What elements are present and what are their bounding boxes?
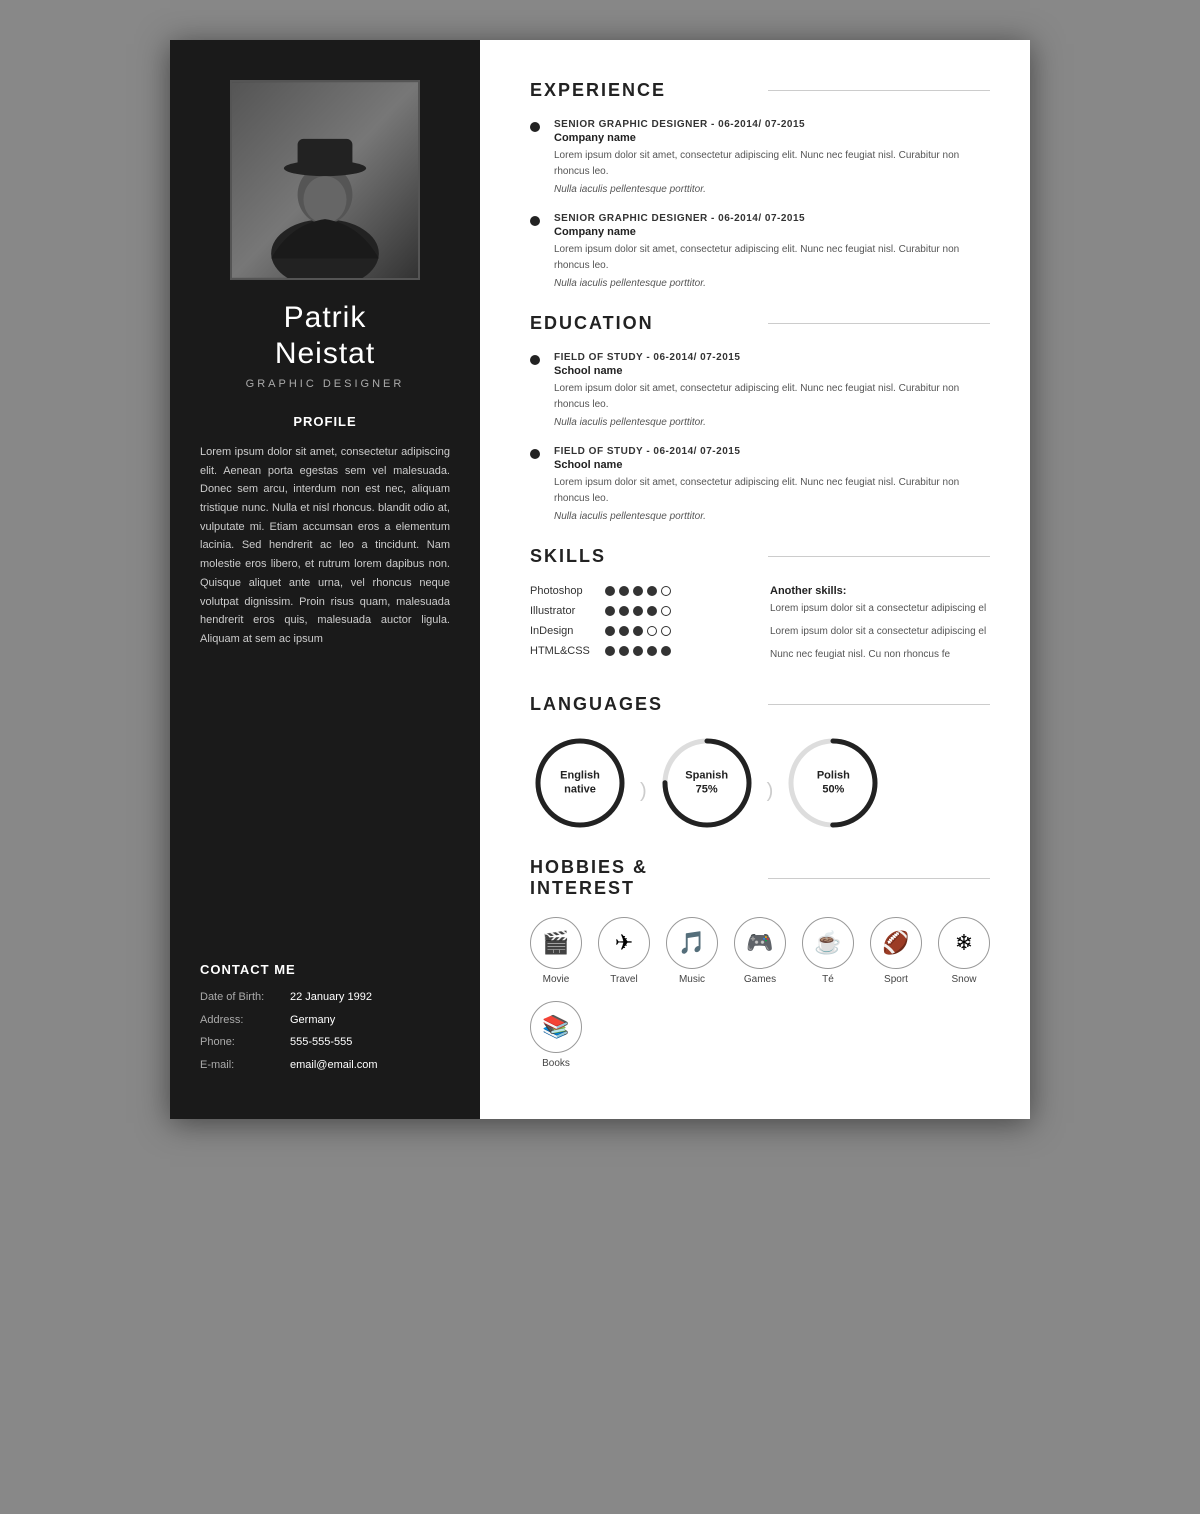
experience-entry-1: SENIOR GRAPHIC DESIGNER - 06-2014/ 07-20… [530, 119, 990, 195]
lang-spanish: Spanish75% [657, 733, 757, 833]
lang-polish: Polish50% [783, 733, 883, 833]
dot [619, 586, 629, 596]
hobbies-header: HOBBIES & INTEREST [530, 857, 990, 899]
dot [647, 626, 657, 636]
dot [661, 606, 671, 616]
contact-heading: CONTACT ME [200, 962, 450, 977]
dot [647, 646, 657, 656]
languages-title: LANGUAGES [530, 694, 753, 715]
education-line [768, 323, 991, 324]
languages-header: LANGUAGES [530, 694, 990, 715]
snow-icon: ❄ [938, 917, 990, 969]
games-icon: 🎮 [734, 917, 786, 969]
dot [633, 586, 643, 596]
education-entries: FIELD OF STUDY - 06-2014/ 07-2015 School… [530, 352, 990, 522]
skill-photoshop: Photoshop [530, 585, 750, 597]
skill-htmlcss: HTML&CSS [530, 645, 750, 657]
hobbies-title: HOBBIES & INTEREST [530, 857, 753, 899]
lang-circle-polish: Polish50% [783, 733, 883, 833]
person-title: GRAPHIC DESIGNER [200, 378, 450, 390]
hobbies-grid: 🎬 Movie ✈ Travel 🎵 Music 🎮 Games ☕ Té 🏈 [530, 917, 990, 1069]
education-header: EDUCATION [530, 313, 990, 334]
bullet-icon [530, 122, 540, 132]
lang-circle-english: Englishnative [530, 733, 630, 833]
lang-english: Englishnative [530, 733, 630, 833]
education-entry-2: FIELD OF STUDY - 06-2014/ 07-2015 School… [530, 446, 990, 522]
skills-container: Photoshop Illustrator [530, 585, 990, 670]
hobbies-line [768, 878, 991, 879]
dot [633, 606, 643, 616]
dot [619, 606, 629, 616]
te-icon: ☕ [802, 917, 854, 969]
dot [619, 626, 629, 636]
hobby-movie: 🎬 Movie [530, 917, 582, 985]
education-entry-1: FIELD OF STUDY - 06-2014/ 07-2015 School… [530, 352, 990, 428]
dot [661, 626, 671, 636]
skills-left: Photoshop Illustrator [530, 585, 750, 670]
skill-dots [605, 606, 671, 616]
experience-header: EXPERIENCE [530, 80, 990, 101]
skills-title: SKILLS [530, 546, 753, 567]
bullet-icon [530, 449, 540, 459]
dot [647, 606, 657, 616]
hobby-te: ☕ Té [802, 917, 854, 985]
travel-icon: ✈ [598, 917, 650, 969]
dot [633, 626, 643, 636]
dot [633, 646, 643, 656]
sport-icon: 🏈 [870, 917, 922, 969]
experience-entry-2: SENIOR GRAPHIC DESIGNER - 06-2014/ 07-20… [530, 213, 990, 289]
skill-illustrator: Illustrator [530, 605, 750, 617]
hobby-sport: 🏈 Sport [870, 917, 922, 985]
hobby-snow: ❄ Snow [938, 917, 990, 985]
profile-photo [230, 80, 420, 280]
sidebar: Patrik Neistat GRAPHIC DESIGNER PROFILE … [170, 40, 480, 1119]
dot [605, 626, 615, 636]
lang-circle-spanish: Spanish75% [657, 733, 757, 833]
dot [605, 646, 615, 656]
contact-section: CONTACT ME Date of Birth: 22 January 199… [200, 962, 450, 1079]
dot [661, 646, 671, 656]
experience-title: EXPERIENCE [530, 80, 753, 101]
languages-line [768, 704, 991, 705]
main-content: EXPERIENCE SENIOR GRAPHIC DESIGNER - 06-… [480, 40, 1030, 1119]
skill-dots [605, 586, 671, 596]
dot [661, 586, 671, 596]
bullet-icon [530, 355, 540, 365]
books-icon: 📚 [530, 1001, 582, 1053]
hobby-games: 🎮 Games [734, 917, 786, 985]
profile-text: Lorem ipsum dolor sit amet, consectetur … [200, 443, 450, 649]
skill-dots [605, 646, 671, 656]
profile-heading: PROFILE [200, 414, 450, 429]
skills-line [768, 556, 991, 557]
skill-indesign: InDesign [530, 625, 750, 637]
hobby-books: 📚 Books [530, 1001, 582, 1069]
hobby-music: 🎵 Music [666, 917, 718, 985]
contact-email: E-mail: email@email.com [200, 1057, 450, 1074]
skill-dots [605, 626, 671, 636]
dot [605, 606, 615, 616]
music-icon: 🎵 [666, 917, 718, 969]
contact-phone: Phone: 555-555-555 [200, 1034, 450, 1051]
contact-dob: Date of Birth: 22 January 1992 [200, 989, 450, 1006]
hobby-travel: ✈ Travel [598, 917, 650, 985]
languages-container: Englishnative ) Spanish75% ) [530, 733, 990, 833]
dot [619, 646, 629, 656]
person-name: Patrik Neistat [200, 300, 450, 372]
skills-header: SKILLS [530, 546, 990, 567]
experience-entries: SENIOR GRAPHIC DESIGNER - 06-2014/ 07-20… [530, 119, 990, 289]
skills-right: Another skills: Lorem ipsum dolor sit a … [770, 585, 990, 670]
movie-icon: 🎬 [530, 917, 582, 969]
bullet-icon [530, 216, 540, 226]
resume-wrapper: Patrik Neistat GRAPHIC DESIGNER PROFILE … [170, 40, 1030, 1119]
dot [605, 586, 615, 596]
dot [647, 586, 657, 596]
experience-line [768, 90, 991, 91]
education-title: EDUCATION [530, 313, 753, 334]
contact-address: Address: Germany [200, 1012, 450, 1029]
